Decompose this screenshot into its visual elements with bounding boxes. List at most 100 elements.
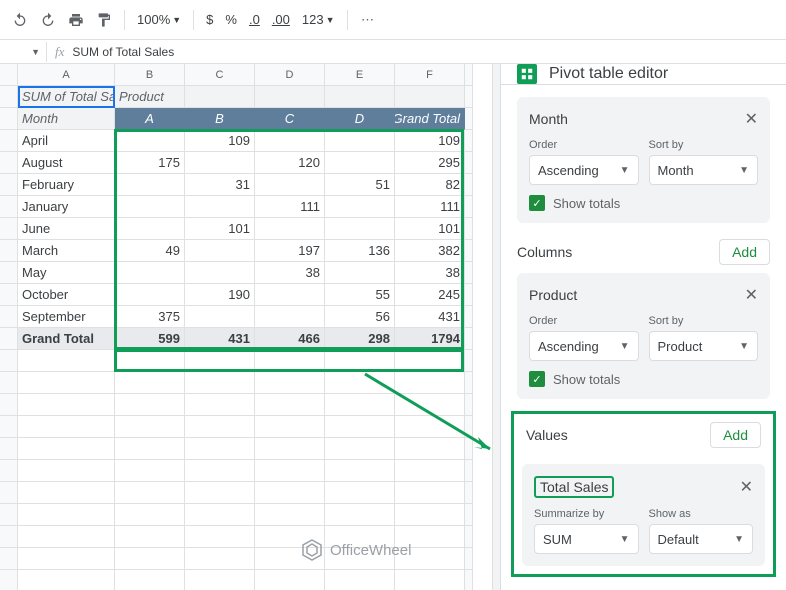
cell[interactable] bbox=[255, 86, 325, 108]
cell[interactable] bbox=[465, 284, 473, 306]
cell[interactable]: 175 bbox=[115, 152, 185, 174]
cell[interactable] bbox=[465, 482, 473, 504]
cell[interactable]: May bbox=[18, 262, 115, 284]
cell[interactable] bbox=[185, 350, 255, 372]
cell[interactable] bbox=[255, 504, 325, 526]
zoom-select[interactable]: 100% ▼ bbox=[133, 12, 185, 27]
cell[interactable] bbox=[115, 284, 185, 306]
cell[interactable] bbox=[325, 394, 395, 416]
cell[interactable] bbox=[465, 548, 473, 570]
cell[interactable] bbox=[395, 482, 465, 504]
cell[interactable] bbox=[0, 460, 18, 482]
cell[interactable] bbox=[0, 372, 18, 394]
cell[interactable] bbox=[465, 460, 473, 482]
cell[interactable] bbox=[115, 218, 185, 240]
cell[interactable]: E bbox=[325, 64, 395, 86]
showas-select[interactable]: Default▼ bbox=[649, 524, 754, 554]
cell[interactable] bbox=[395, 570, 465, 590]
cell[interactable]: June bbox=[18, 218, 115, 240]
cell[interactable]: 120 bbox=[255, 152, 325, 174]
cell[interactable] bbox=[465, 262, 473, 284]
cell[interactable]: 111 bbox=[395, 196, 465, 218]
paint-format-button[interactable] bbox=[92, 8, 116, 32]
cell[interactable] bbox=[255, 174, 325, 196]
show-totals-checkbox[interactable]: ✓ bbox=[529, 371, 545, 387]
cell[interactable] bbox=[115, 394, 185, 416]
cell[interactable] bbox=[115, 262, 185, 284]
cell[interactable]: October bbox=[18, 284, 115, 306]
undo-button[interactable] bbox=[8, 8, 32, 32]
cell[interactable] bbox=[18, 504, 115, 526]
cell[interactable] bbox=[255, 218, 325, 240]
cell[interactable] bbox=[115, 416, 185, 438]
cell[interactable] bbox=[465, 526, 473, 548]
name-box[interactable]: ▼ bbox=[0, 47, 46, 57]
cell[interactable] bbox=[395, 350, 465, 372]
cell[interactable] bbox=[325, 416, 395, 438]
cell[interactable]: 31 bbox=[185, 174, 255, 196]
cell[interactable] bbox=[185, 438, 255, 460]
cell[interactable] bbox=[0, 570, 18, 590]
cell[interactable] bbox=[0, 86, 18, 108]
cell[interactable] bbox=[325, 438, 395, 460]
cell[interactable] bbox=[185, 482, 255, 504]
cell[interactable]: Grand Total bbox=[18, 328, 115, 350]
cell[interactable]: A bbox=[115, 108, 185, 130]
cell[interactable] bbox=[0, 306, 18, 328]
cell[interactable] bbox=[255, 482, 325, 504]
more-formats-button[interactable]: 123▼ bbox=[298, 12, 339, 27]
cell[interactable] bbox=[325, 504, 395, 526]
add-columns-button[interactable]: Add bbox=[719, 239, 770, 265]
cell[interactable] bbox=[115, 174, 185, 196]
cell[interactable]: April bbox=[18, 130, 115, 152]
cell[interactable] bbox=[185, 504, 255, 526]
cell[interactable] bbox=[465, 350, 473, 372]
cell[interactable] bbox=[18, 416, 115, 438]
cell[interactable]: 109 bbox=[395, 130, 465, 152]
cell[interactable]: 111 bbox=[255, 196, 325, 218]
cell[interactable]: January bbox=[18, 196, 115, 218]
cell[interactable] bbox=[325, 262, 395, 284]
cell[interactable]: Product bbox=[115, 86, 185, 108]
cell[interactable]: 109 bbox=[185, 130, 255, 152]
cell[interactable] bbox=[255, 372, 325, 394]
cell[interactable] bbox=[0, 218, 18, 240]
cell[interactable] bbox=[18, 438, 115, 460]
cell[interactable]: 56 bbox=[325, 306, 395, 328]
cell[interactable] bbox=[465, 130, 473, 152]
cell[interactable] bbox=[0, 240, 18, 262]
cell[interactable]: March bbox=[18, 240, 115, 262]
cell[interactable] bbox=[255, 570, 325, 590]
cell[interactable] bbox=[185, 306, 255, 328]
cell[interactable]: B bbox=[185, 108, 255, 130]
cell[interactable]: 190 bbox=[185, 284, 255, 306]
cell[interactable]: 51 bbox=[325, 174, 395, 196]
cell[interactable]: 375 bbox=[115, 306, 185, 328]
cell[interactable]: D bbox=[325, 108, 395, 130]
percent-button[interactable]: % bbox=[221, 12, 241, 27]
cell[interactable] bbox=[255, 350, 325, 372]
cell[interactable] bbox=[0, 416, 18, 438]
cell[interactable]: 49 bbox=[115, 240, 185, 262]
vertical-scrollbar[interactable] bbox=[492, 64, 500, 590]
cell[interactable] bbox=[395, 394, 465, 416]
add-values-button[interactable]: Add bbox=[710, 422, 761, 448]
close-icon[interactable]: ✕ bbox=[745, 285, 758, 305]
cell[interactable] bbox=[255, 460, 325, 482]
cell[interactable] bbox=[185, 570, 255, 590]
cell[interactable] bbox=[185, 548, 255, 570]
cell[interactable] bbox=[395, 504, 465, 526]
cell[interactable] bbox=[115, 570, 185, 590]
cell[interactable] bbox=[465, 328, 473, 350]
redo-button[interactable] bbox=[36, 8, 60, 32]
show-totals-checkbox[interactable]: ✓ bbox=[529, 195, 545, 211]
cell[interactable]: B bbox=[115, 64, 185, 86]
close-icon[interactable]: ✕ bbox=[745, 109, 758, 129]
cell[interactable] bbox=[0, 108, 18, 130]
cell[interactable]: 38 bbox=[255, 262, 325, 284]
cell[interactable] bbox=[18, 350, 115, 372]
cell[interactable]: 466 bbox=[255, 328, 325, 350]
cell[interactable] bbox=[465, 196, 473, 218]
cell[interactable]: 599 bbox=[115, 328, 185, 350]
cell[interactable] bbox=[395, 372, 465, 394]
